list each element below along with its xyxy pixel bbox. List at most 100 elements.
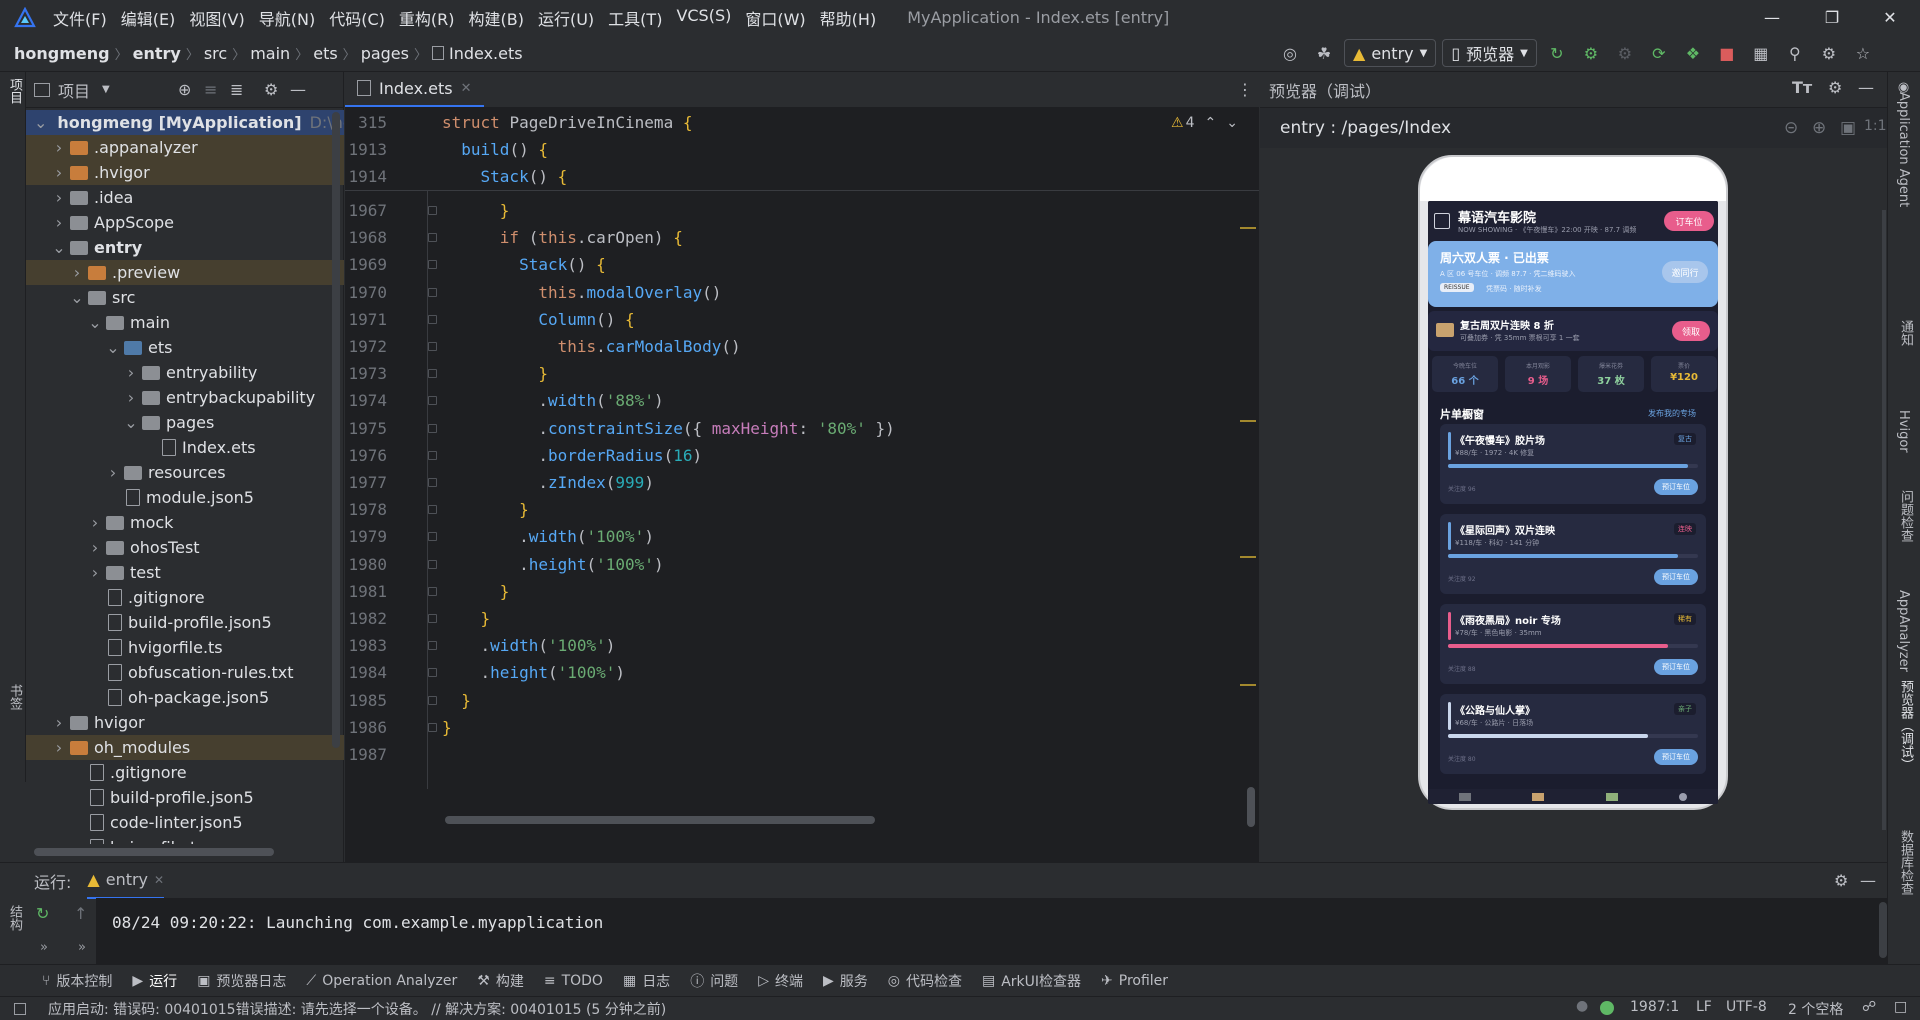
zoom-in-icon[interactable]: ⊕ [1812, 118, 1826, 138]
chevron-right-icon[interactable]: › [70, 263, 84, 282]
line-separator[interactable]: LF [1696, 999, 1712, 1015]
chevron-right-icon[interactable]: › [88, 538, 102, 557]
tree-item[interactable]: ⌄ ets [26, 335, 344, 360]
menu-item[interactable]: 窗口(W) [738, 6, 812, 30]
warning-icon[interactable]: ⚠ [1171, 115, 1184, 131]
expand-all-icon[interactable]: ≡ [204, 80, 217, 99]
fold-marker-icon[interactable] [428, 450, 437, 460]
tree-item[interactable]: › .preview [26, 260, 344, 285]
attach-debugger-icon[interactable]: ⚙ [1611, 39, 1639, 67]
tree-item[interactable]: ⌄ pages [26, 410, 344, 435]
menu-item[interactable]: 导航(N) [252, 6, 322, 30]
breadcrumb-item[interactable]: hongmeng [14, 44, 110, 63]
nav-home-icon[interactable] [1458, 793, 1471, 801]
breadcrumb-item[interactable]: src [204, 44, 227, 63]
warning-count[interactable]: 4 [1186, 115, 1195, 131]
chevron-right-icon[interactable]: › [52, 163, 66, 182]
menu-item[interactable]: 重构(R) [392, 6, 462, 30]
tree-item[interactable]: ⌄ main [26, 310, 344, 335]
tree-item[interactable]: ⌄hongmeng [MyApplication]D:\hon [26, 110, 344, 135]
tool-window-button[interactable]: ✈ Profiler [1091, 973, 1178, 989]
fold-marker-icon[interactable] [428, 260, 437, 270]
tree-item[interactable]: › entrybackupability [26, 385, 344, 410]
nav-tickets-icon[interactable] [1532, 793, 1545, 801]
console-scrollbar[interactable] [1879, 902, 1887, 958]
warning-marker[interactable] [1240, 227, 1256, 229]
read-only-icon[interactable]: ☍ [1862, 999, 1876, 1015]
close-button[interactable]: ✕ [1862, 0, 1918, 35]
tree-item[interactable]: .gitignore [26, 585, 344, 610]
tool-window-button[interactable]: ⟋ Operation Analyzer [296, 973, 467, 989]
right-tool-tab[interactable]: Hvigor [1896, 410, 1911, 453]
right-tool-tab[interactable]: 数据库检查 [1896, 830, 1915, 895]
tree-item[interactable]: › ohosTest [26, 535, 344, 560]
chevron-right-icon[interactable]: › [52, 738, 66, 757]
tree-item[interactable]: › .hvigor [26, 160, 344, 185]
chevron-right-icon[interactable]: › [124, 363, 138, 382]
bookmarks-tool-tab[interactable]: 书签 [5, 684, 24, 710]
chevron-right-icon[interactable]: › [52, 138, 66, 157]
tree-item[interactable]: › oh_modules [26, 735, 344, 760]
notifications-icon[interactable]: □ [1894, 999, 1907, 1015]
one-to-one-icon[interactable]: 1:1 [1864, 118, 1887, 134]
tool-window-button[interactable]: ▷ 终端 [748, 971, 813, 991]
minimize-button[interactable]: — [1744, 0, 1800, 35]
film-card[interactable]: 《雨夜黑局》noir 专场 稀有 ¥78/车 · 黑色电影 · 35mm 关注度 88… [1440, 604, 1706, 684]
run-console[interactable]: 08/24 09:20:22: Launching com.example.my… [96, 898, 1887, 964]
film-card[interactable]: 《公路与仙人掌》 亲子 ¥68/车 · 公路片 · 日落场 关注度 80 预订车位 [1440, 694, 1706, 774]
chevron-down-icon[interactable]: ⌄ [34, 113, 47, 132]
fold-marker-icon[interactable] [428, 668, 437, 678]
ticket-card[interactable]: 周六双人票 · 已出票 A 区 06 号车位 · 调频 87.7 · 凭二维码驶… [1428, 241, 1718, 307]
indent-setting[interactable]: 2 个空格 [1788, 999, 1843, 1019]
structure-tool-tab[interactable]: 结构 [5, 905, 24, 931]
film-card[interactable]: 《星际回声》双片连映 连映 ¥118/车 · 科幻 · 141 分钟 关注度 92 预订… [1440, 514, 1706, 594]
reserve-button[interactable]: 预订车位 [1654, 569, 1698, 585]
breadcrumb-item[interactable]: ets [313, 44, 337, 63]
restore-button[interactable]: ❐ [1804, 0, 1860, 35]
tree-item[interactable]: code-linter.json5 [26, 810, 344, 835]
status-message[interactable]: 应用启动: 错误码: 00401015错误描述: 请先选择一个设备。 // 解决… [48, 999, 666, 1019]
fold-marker-icon[interactable] [428, 287, 437, 297]
collapse-all-icon[interactable]: ≣ [230, 80, 243, 99]
layout-icon[interactable] [14, 1002, 26, 1015]
book-spot-button[interactable]: 订车位 [1664, 211, 1714, 231]
tree-item[interactable]: › mock [26, 510, 344, 535]
chevron-down-icon[interactable]: ⌄ [124, 413, 138, 432]
tool-window-button[interactable]: ▶ 服务 [813, 971, 878, 991]
more-tabs-icon[interactable]: ⋮ [1237, 80, 1253, 99]
hide-panel-icon[interactable]: — [1860, 871, 1876, 890]
menu-item[interactable]: 代码(C) [322, 6, 392, 30]
tree-item[interactable]: build-profile.json5 [26, 610, 344, 635]
tool-window-button[interactable]: ⚒ 构建 [467, 971, 534, 991]
breadcrumb-item[interactable]: Index.ets [449, 44, 523, 63]
tool-window-button[interactable]: ⓘ 问题 [680, 971, 748, 991]
tool-window-button[interactable]: ▣ 预览器日志 [187, 971, 296, 991]
cursor-position[interactable]: 1987:1 [1630, 999, 1679, 1015]
fit-screen-icon[interactable]: ▣ [1840, 118, 1856, 138]
bug-icon[interactable]: ☘ [1310, 39, 1338, 67]
fold-marker-icon[interactable] [428, 695, 437, 705]
device-manager-icon[interactable]: ▦ [1747, 39, 1775, 67]
film-card[interactable]: 《午夜慢车》胶片场 复古 ¥88/车 · 1972 · 4K 修复 关注度 96 预订车… [1440, 424, 1706, 504]
hide-panel-icon[interactable]: — [1858, 78, 1874, 97]
tree-item[interactable]: hvigorfile.ts [26, 835, 344, 844]
fold-marker-icon[interactable] [428, 314, 437, 324]
fold-marker-icon[interactable] [428, 505, 437, 515]
more-icon[interactable]: » [40, 940, 48, 955]
chevron-right-icon[interactable]: › [124, 388, 138, 407]
chevron-down-icon[interactable]: ⌄ [88, 313, 102, 332]
tree-item[interactable]: build-profile.json5 [26, 785, 344, 810]
close-tab-icon[interactable]: ✕ [154, 873, 164, 887]
nav-profile-icon[interactable] [1679, 793, 1688, 801]
run-config-select[interactable]: ▲ entry ▼ [1344, 39, 1437, 67]
status-ok-icon[interactable] [1600, 1001, 1614, 1015]
tree-item[interactable]: › .idea [26, 185, 344, 210]
reserve-button[interactable]: 预订车位 [1654, 659, 1698, 675]
tree-item[interactable]: ⌄ entry [26, 235, 344, 260]
tree-item[interactable]: › .appanalyzer [26, 135, 344, 160]
fold-marker-icon[interactable] [428, 342, 437, 351]
reserve-button[interactable]: 预订车位 [1654, 749, 1698, 765]
menu-item[interactable]: 编辑(E) [114, 6, 183, 30]
project-title[interactable]: 项目 [58, 78, 90, 102]
stop-icon[interactable]: ■ [1713, 39, 1741, 67]
